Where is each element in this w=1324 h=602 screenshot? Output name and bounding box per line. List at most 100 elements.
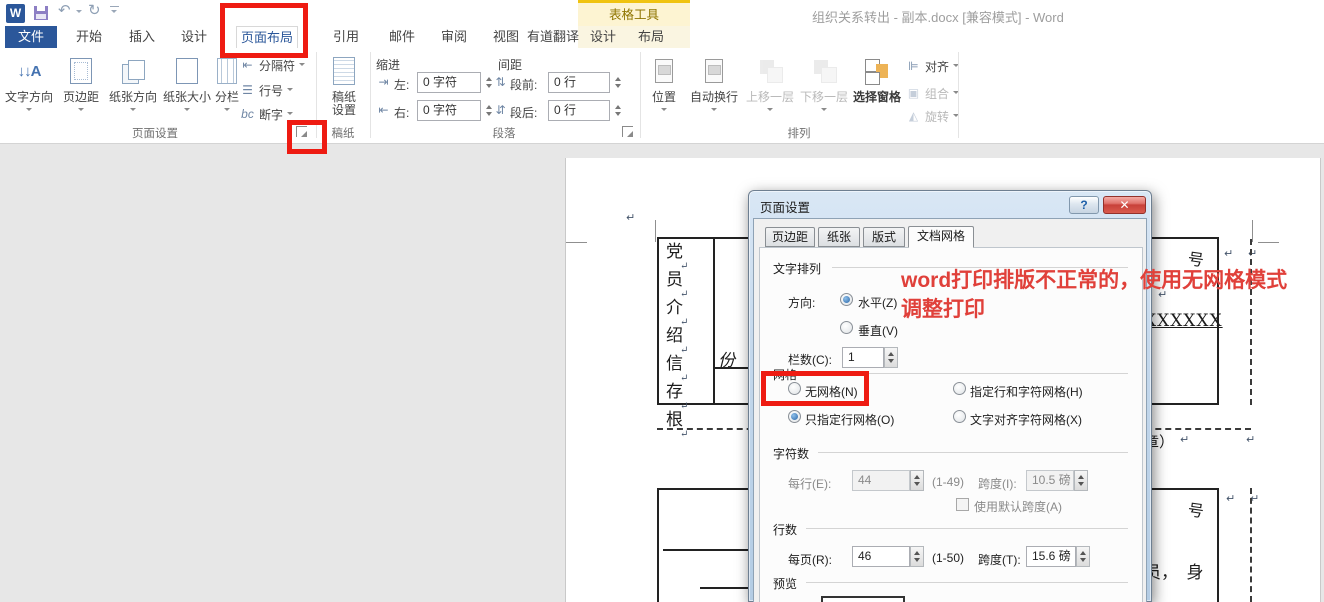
paper-size-button[interactable]: 纸张大小 bbox=[162, 52, 212, 114]
tab-insert[interactable]: 插入 bbox=[122, 26, 162, 48]
breaks-button[interactable]: ⇤ 分隔符 bbox=[240, 56, 305, 74]
radio-line-grid-only-label[interactable]: 只指定行网格(O) bbox=[805, 411, 894, 428]
columns-icon bbox=[217, 58, 237, 84]
pilcrow-mark: ↵ bbox=[1226, 492, 1235, 505]
indent-left-input[interactable]: 0 字符 bbox=[417, 72, 481, 93]
rotate-icon: ◭ bbox=[906, 109, 921, 123]
position-button[interactable]: 位置 bbox=[645, 52, 683, 114]
line-pitch-label: 跨度(T): bbox=[978, 551, 1021, 568]
chars-per-line-label: 每行(E): bbox=[788, 475, 831, 492]
orientation-icon bbox=[120, 58, 146, 84]
radio-horizontal-label[interactable]: 水平(Z) bbox=[858, 294, 897, 311]
orientation-button[interactable]: 纸张方向 bbox=[106, 52, 160, 114]
radio-line-char-grid-label[interactable]: 指定行和字符网格(H) bbox=[970, 383, 1083, 400]
dashed-gridline bbox=[1250, 488, 1252, 602]
bring-forward-button[interactable]: 上移一层 bbox=[744, 52, 796, 114]
table-gridline bbox=[713, 239, 715, 403]
position-icon bbox=[655, 59, 673, 83]
tab-mailings[interactable]: 邮件 bbox=[382, 26, 422, 48]
use-default-pitch-checkbox[interactable] bbox=[956, 498, 969, 511]
tab-view[interactable]: 视图 bbox=[486, 26, 526, 48]
paragraph-dialog-launcher[interactable] bbox=[622, 126, 633, 137]
radio-line-grid-only[interactable] bbox=[788, 410, 801, 423]
radio-char-align-grid-label[interactable]: 文字对齐字符网格(X) bbox=[970, 411, 1082, 428]
dialog-tab-layout[interactable]: 版式 bbox=[863, 227, 905, 247]
preview-header: 预览 bbox=[773, 575, 797, 592]
spacing-before-spinner[interactable] bbox=[612, 72, 623, 93]
chevron-down-icon bbox=[299, 63, 305, 69]
manuscript-setup-button[interactable]: 稿纸 设置 bbox=[322, 52, 366, 117]
indent-right-input[interactable]: 0 字符 bbox=[417, 100, 481, 121]
pilcrow-mark: ↵ bbox=[626, 211, 635, 224]
char-pitch-spinner[interactable] bbox=[1074, 470, 1088, 491]
use-default-pitch-label[interactable]: 使用默认跨度(A) bbox=[974, 498, 1062, 515]
align-button[interactable]: ⊫ 对齐 bbox=[906, 57, 959, 75]
group-label-arrange: 排列 bbox=[640, 125, 958, 141]
rotate-button[interactable]: ◭ 旋转 bbox=[906, 107, 959, 125]
tab-references[interactable]: 引用 bbox=[326, 26, 366, 48]
lines-per-page-spinner[interactable] bbox=[910, 546, 924, 567]
redo-icon[interactable]: ↻ bbox=[88, 2, 101, 20]
line-pitch-spinner[interactable] bbox=[1076, 546, 1090, 567]
pilcrow-mark: ↵ bbox=[1224, 247, 1233, 260]
columns-count-input[interactable]: 1 bbox=[842, 347, 884, 368]
margin-crop-mark bbox=[1258, 242, 1279, 243]
dialog-help-button[interactable]: ? bbox=[1069, 196, 1099, 214]
align-icon: ⊫ bbox=[906, 59, 921, 73]
tab-design[interactable]: 设计 bbox=[174, 26, 214, 48]
undo-dropdown-icon[interactable] bbox=[76, 10, 82, 16]
tab-file[interactable]: 文件 bbox=[5, 26, 57, 48]
dialog-tab-paper[interactable]: 纸张 bbox=[818, 227, 860, 247]
spacing-after-label: 段后: bbox=[510, 104, 537, 121]
columns-count-spinner[interactable] bbox=[884, 347, 898, 368]
radio-char-align-grid[interactable] bbox=[953, 410, 966, 423]
line-numbers-icon: ☰ bbox=[240, 83, 255, 97]
spacing-before-input[interactable]: 0 行 bbox=[548, 72, 610, 93]
tab-review[interactable]: 审阅 bbox=[434, 26, 474, 48]
spacing-after-spinner[interactable] bbox=[612, 100, 623, 121]
undo-icon[interactable]: ↶ bbox=[58, 2, 71, 20]
radio-vertical[interactable] bbox=[840, 321, 853, 334]
lines-per-page-input[interactable]: 46 bbox=[852, 546, 910, 567]
spacing-before-icon: ⇅ bbox=[493, 75, 508, 89]
selection-pane-icon bbox=[864, 58, 890, 84]
qat-customize-caret-icon bbox=[111, 10, 117, 16]
chars-per-line-spinner[interactable] bbox=[910, 470, 924, 491]
indent-left-icon: ⇥ bbox=[376, 75, 391, 89]
number-label: 号 bbox=[1186, 496, 1205, 522]
direction-label: 方向: bbox=[788, 294, 815, 311]
columns-button[interactable]: 分栏 bbox=[212, 52, 242, 114]
tab-table-design[interactable]: 设计 bbox=[583, 26, 623, 48]
send-backward-button[interactable]: 下移一层 bbox=[798, 52, 850, 114]
radio-horizontal[interactable] bbox=[840, 293, 853, 306]
selection-pane-button[interactable]: 选择窗格 bbox=[850, 52, 904, 104]
wrap-text-icon bbox=[705, 59, 723, 83]
text-direction-button[interactable]: ↓↓A 文字方向 bbox=[4, 52, 54, 114]
paper-size-icon bbox=[176, 58, 198, 84]
tab-table-layout[interactable]: 布局 bbox=[631, 26, 671, 48]
chars-per-line-input[interactable]: 44 bbox=[852, 470, 910, 491]
group-button[interactable]: ▣ 组合 bbox=[906, 84, 959, 102]
spacing-after-input[interactable]: 0 行 bbox=[548, 100, 610, 121]
margins-button[interactable]: 页边距 bbox=[58, 52, 104, 114]
char-pitch-label: 跨度(I): bbox=[978, 475, 1017, 492]
hyphenation-button[interactable]: bc 断字 bbox=[240, 105, 293, 123]
dialog-close-button[interactable]: ✕ bbox=[1103, 196, 1146, 214]
dialog-tab-margins[interactable]: 页边距 bbox=[765, 227, 815, 247]
char-pitch-input[interactable]: 10.5 磅 bbox=[1026, 470, 1074, 491]
tab-home[interactable]: 开始 bbox=[69, 26, 109, 48]
line-pitch-input[interactable]: 15.6 磅 bbox=[1026, 546, 1076, 567]
radio-line-char-grid[interactable] bbox=[953, 382, 966, 395]
vertical-title: 党↵ 员↵ 介↵ 绍↵ 信↵ 存↵ 根↵ bbox=[666, 241, 688, 437]
save-icon[interactable] bbox=[34, 6, 48, 20]
chevron-down-icon bbox=[78, 108, 84, 114]
wrap-text-button[interactable]: 自动换行 bbox=[688, 52, 740, 114]
tab-youdao-translate[interactable]: 有道翻译 bbox=[521, 26, 585, 48]
qat-customize-icon[interactable] bbox=[110, 6, 119, 7]
dialog-tab-document-grid[interactable]: 文档网格 bbox=[908, 226, 974, 248]
indent-right-icon: ⇤ bbox=[376, 103, 391, 117]
annotation-line-2: 调整打印 bbox=[901, 293, 985, 323]
chevron-down-icon bbox=[767, 108, 773, 114]
radio-vertical-label[interactable]: 垂直(V) bbox=[858, 322, 898, 339]
line-numbers-button[interactable]: ☰ 行号 bbox=[240, 81, 293, 99]
